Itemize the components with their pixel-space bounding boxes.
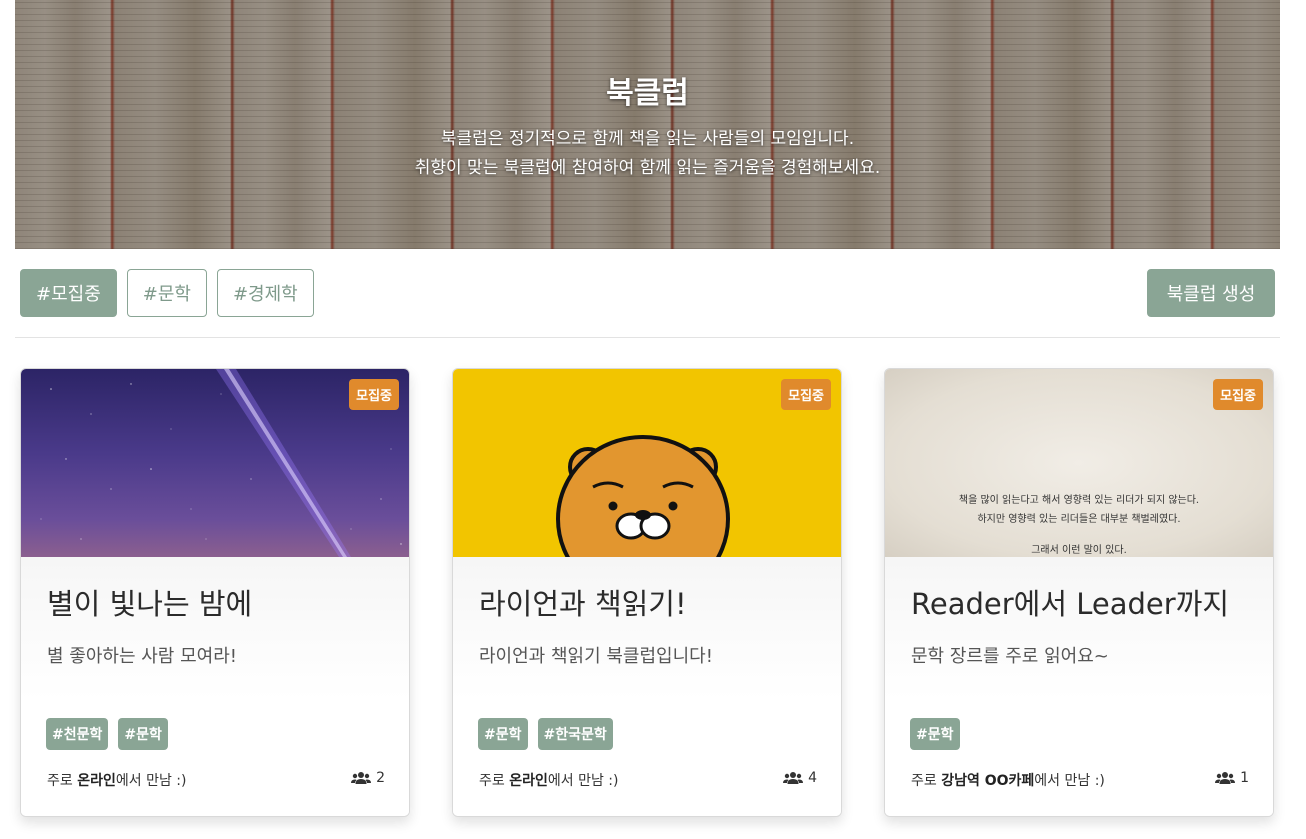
hero-description-line2: 취향이 맞는 북클럽에 참여하여 함께 읽는 즐거움을 경험해보세요. — [414, 158, 881, 178]
image-quote-line1: 책을 많이 읽는다고 해서 영향력 있는 리더가 되지 않는다. — [958, 495, 1200, 506]
create-bookclub-button[interactable]: 북클럽 생성 — [1147, 269, 1275, 317]
image-quote-line2: 하지만 영향력 있는 리더들은 대부분 책벌레였다. — [977, 514, 1181, 525]
meeting-info: 주로 온라인에서 만남 :) — [47, 773, 187, 789]
member-count: 2 — [351, 770, 385, 786]
quote-paper-image: 책을 많이 읽는다고 해서 영향력 있는 리더가 되지 않는다. 하지만 영향력… — [885, 369, 1273, 557]
status-badge: 모집중 — [1213, 379, 1263, 410]
hero-banner: 북클럽 북클럽은 정기적으로 함께 책을 읽는 사람들의 모임입니다. 취향이 … — [15, 0, 1280, 249]
tag: #문학 — [118, 718, 168, 750]
tag: #문학 — [910, 718, 960, 750]
tag-list: #문학 #한국문학 — [478, 718, 613, 750]
card-title: 라이언과 책읽기! — [479, 587, 687, 621]
divider — [15, 337, 1280, 338]
member-count-value: 4 — [808, 770, 817, 786]
tag-list: #천문학 #문학 — [46, 718, 168, 750]
users-icon — [1215, 772, 1236, 784]
member-count: 4 — [783, 770, 817, 786]
users-icon — [783, 772, 804, 784]
status-badge: 모집중 — [349, 379, 399, 410]
card-title: Reader에서 Leader까지 — [911, 587, 1230, 621]
page-title: 북클럽 — [606, 76, 689, 111]
card-description: 별 좋아하는 사람 모여라! — [47, 646, 237, 667]
meeting-info: 주로 온라인에서 만남 :) — [479, 773, 619, 789]
image-quote-line3: 그래서 이런 말이 있다. — [1031, 545, 1127, 556]
hero-description-line1: 북클럽은 정기적으로 함께 책을 읽는 사람들의 모임입니다. — [440, 129, 855, 149]
status-badge: 모집중 — [781, 379, 831, 410]
ryan-character-image: 모집중 — [453, 369, 841, 557]
filter-economics[interactable]: #경제학 — [216, 269, 314, 317]
bookclub-card[interactable]: 모집중 라이언과 책읽기! 라이언과 책읽기 북클럽입니다! #문학 #한국문학… — [452, 368, 842, 817]
bookclub-card[interactable]: 모집중 별이 빛나는 밤에 별 좋아하는 사람 모여라! #천문학 #문학 주로… — [20, 368, 410, 817]
night-sky-image: 모집중 — [21, 369, 409, 557]
member-count-value: 2 — [376, 770, 385, 786]
card-description: 라이언과 책읽기 북클럽입니다! — [479, 646, 713, 667]
tag: #한국문학 — [537, 718, 613, 750]
member-count: 1 — [1215, 770, 1249, 786]
filter-bar: #모집중 #문학 #경제학 — [20, 269, 314, 317]
tag: #문학 — [478, 718, 528, 750]
filter-recruiting[interactable]: #모집중 — [20, 269, 117, 317]
member-count-value: 1 — [1240, 770, 1249, 786]
tag-list: #문학 — [910, 718, 960, 750]
card-description: 문학 장르를 주로 읽어요~ — [911, 646, 1109, 667]
card-title: 별이 빛나는 밤에 — [47, 587, 253, 621]
tag: #천문학 — [46, 718, 109, 750]
bookclub-card[interactable]: 책을 많이 읽는다고 해서 영향력 있는 리더가 되지 않는다. 하지만 영향력… — [884, 368, 1274, 817]
filter-literature[interactable]: #문학 — [126, 269, 207, 317]
users-icon — [351, 772, 372, 784]
meeting-info: 주로 강남역 OO카페에서 만남 :) — [911, 773, 1105, 789]
